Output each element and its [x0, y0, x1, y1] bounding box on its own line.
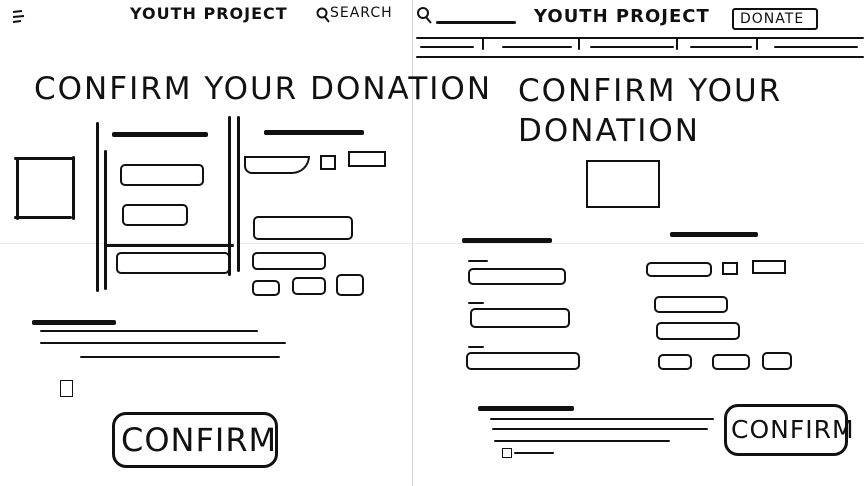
terms-checkbox[interactable]	[502, 448, 512, 458]
column-separator	[237, 116, 240, 272]
cvv-field[interactable]	[752, 260, 786, 274]
confirm-button-label: CONFIRM	[121, 421, 278, 459]
section-header	[462, 238, 552, 243]
expiry-field[interactable]	[320, 155, 336, 170]
payment-field[interactable]	[656, 322, 740, 340]
search-link[interactable]: SEARCH	[330, 5, 393, 21]
search-icon[interactable]	[316, 7, 330, 23]
payment-field[interactable]	[252, 252, 326, 270]
search-bar[interactable]	[436, 21, 516, 24]
terms-checkbox[interactable]	[60, 380, 73, 397]
nav-item[interactable]	[774, 46, 858, 48]
donate-button-label: DONATE	[740, 11, 805, 27]
column-separator	[96, 122, 99, 292]
nav-item[interactable]	[690, 46, 752, 48]
small-field[interactable]	[292, 277, 326, 295]
info-field[interactable]	[122, 204, 188, 226]
nav-item[interactable]	[502, 46, 572, 48]
desktop-wireframe: YOUTH PROJECT DONATE CONFIRM YOUR DONATI…	[414, 0, 864, 486]
small-field[interactable]	[252, 280, 280, 296]
column-separator	[104, 150, 107, 290]
confirm-button[interactable]: CONFIRM	[724, 404, 854, 456]
field-divider	[104, 244, 234, 247]
small-field[interactable]	[712, 354, 750, 370]
section-header	[670, 232, 758, 237]
small-field[interactable]	[762, 352, 792, 370]
payment-field[interactable]	[253, 216, 353, 240]
mobile-wireframe: YOUTH PROJECT SEARCH CONFIRM YOUR DONATI…	[0, 0, 490, 486]
page-heading-line2: DONATION	[518, 113, 700, 149]
section-header	[112, 132, 208, 137]
payment-field[interactable]	[654, 296, 728, 313]
page-heading-line1: CONFIRM YOUR	[518, 73, 783, 109]
confirm-button-label: CONFIRM	[731, 415, 855, 444]
info-field[interactable]	[466, 352, 580, 370]
small-field[interactable]	[658, 354, 692, 370]
site-title[interactable]: YOUTH PROJECT	[130, 4, 288, 23]
column-separator	[228, 116, 231, 276]
small-field[interactable]	[336, 274, 364, 296]
donate-button[interactable]: DONATE	[732, 8, 818, 30]
info-field[interactable]	[120, 164, 204, 186]
info-field[interactable]	[470, 308, 570, 328]
site-title[interactable]: YOUTH PROJECT	[534, 6, 710, 27]
cvv-field[interactable]	[348, 151, 386, 167]
search-icon[interactable]	[416, 6, 432, 24]
expiry-field[interactable]	[722, 262, 738, 275]
nav-item[interactable]	[590, 46, 674, 48]
section-header	[264, 130, 364, 135]
info-field[interactable]	[468, 268, 566, 285]
payment-field[interactable]	[646, 262, 712, 277]
confirm-button[interactable]: CONFIRM	[112, 412, 278, 468]
image-placeholder	[586, 160, 660, 208]
payment-field[interactable]	[244, 156, 310, 174]
info-field[interactable]	[116, 252, 230, 274]
nav-item[interactable]	[420, 46, 474, 48]
hamburger-menu-icon[interactable]	[12, 10, 26, 23]
